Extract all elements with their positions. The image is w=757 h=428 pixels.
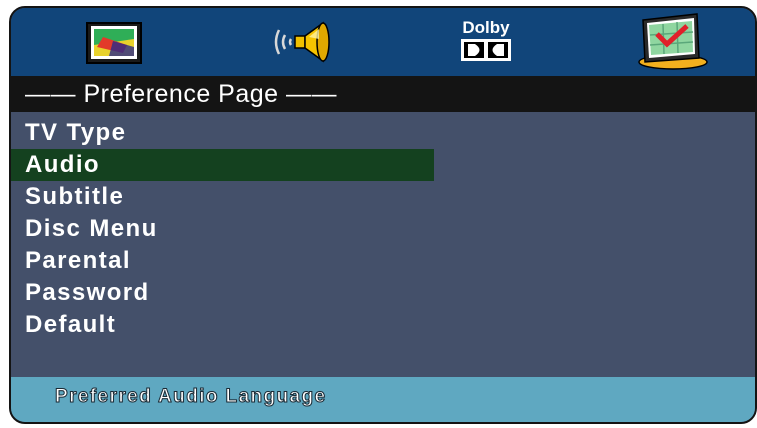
setup-menu-window: Dolby —— Preference Page —— TV Type Audi…: [9, 6, 757, 424]
status-text: Preferred Audio Language: [55, 386, 327, 408]
setup-icon-bar: Dolby: [11, 8, 755, 76]
menu-item-password[interactable]: Password: [11, 277, 755, 309]
status-bar: Preferred Audio Language: [11, 377, 755, 422]
preference-menu: TV Type Audio Subtitle Disc Menu Parenta…: [11, 117, 755, 341]
menu-item-tv-type[interactable]: TV Type: [11, 117, 755, 149]
menu-item-disc-menu[interactable]: Disc Menu: [11, 213, 755, 245]
tv-screen-icon[interactable]: [79, 8, 149, 76]
menu-item-parental[interactable]: Parental: [11, 245, 755, 277]
double-d-icon: [461, 39, 511, 61]
dolby-label: Dolby: [462, 18, 510, 37]
speaker-icon[interactable]: [271, 8, 343, 76]
preference-checklist-icon[interactable]: [631, 8, 715, 76]
page-header-bar: —— Preference Page ——: [11, 76, 755, 112]
dolby-icon[interactable]: Dolby: [451, 8, 521, 76]
menu-item-default[interactable]: Default: [11, 309, 755, 341]
menu-item-audio[interactable]: Audio: [11, 149, 434, 181]
page-title: —— Preference Page ——: [25, 80, 338, 108]
menu-item-subtitle[interactable]: Subtitle: [11, 181, 755, 213]
